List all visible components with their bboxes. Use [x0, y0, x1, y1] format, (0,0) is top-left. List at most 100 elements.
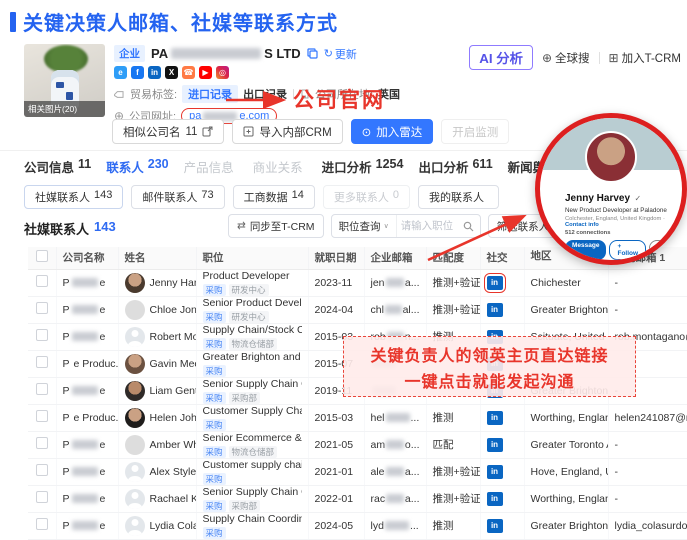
row-checkbox[interactable]	[36, 275, 48, 287]
tab[interactable]: 进口分析 1254	[322, 157, 404, 176]
global-search-button[interactable]: ⊕ 全球搜	[542, 50, 590, 66]
job-query-select[interactable]: 职位查询 ∨	[332, 215, 397, 237]
row-checkbox[interactable]	[36, 464, 48, 476]
phone-icon[interactable]: ☎	[182, 66, 195, 79]
section-title: 社媒联系人 143	[24, 219, 116, 238]
table-row[interactable]: Pe Alex Styles Customer supply chain coo…	[28, 458, 687, 485]
subtab-pill[interactable]: 更多联系人 0	[323, 185, 410, 209]
linkedin-headline: New Product Developer at Paladone	[565, 207, 674, 214]
divider	[599, 52, 600, 64]
subtab-pill[interactable]: 工商数据 14	[233, 185, 315, 209]
start-date: 2015-03	[308, 404, 364, 431]
linkedin-avatar	[585, 131, 637, 183]
table-row[interactable]: Pe Produc... Helen Johnstone Customer Su…	[28, 404, 687, 431]
linkedin-icon[interactable]: in	[487, 438, 503, 452]
sync-tcrm-button[interactable]: ⇄ 同步至T-CRM	[228, 214, 324, 238]
linkedin-icon[interactable]: in	[487, 276, 503, 290]
export-record-tag[interactable]: 出口记录	[243, 86, 287, 102]
row-checkbox[interactable]	[36, 383, 48, 395]
start-date: 2022-01	[308, 485, 364, 512]
blurred-text	[72, 305, 98, 314]
search-icon[interactable]	[463, 221, 474, 232]
col-email: 企业邮箱	[364, 247, 426, 269]
start-date: 2023-11	[308, 269, 364, 296]
linkedin-icon[interactable]: in	[487, 519, 503, 533]
blurred-text	[72, 386, 98, 395]
dept-tag: 采购	[203, 338, 226, 350]
subtab-pill[interactable]: 我的联系人	[418, 185, 499, 209]
region: Hove, England, Uni...	[524, 458, 608, 485]
subtab-pill[interactable]: 邮件联系人 73	[131, 185, 224, 209]
match-level: 推测+验证	[426, 458, 480, 485]
linkedin-icon[interactable]: in	[487, 303, 503, 317]
youtube-icon[interactable]: ▶	[199, 66, 212, 79]
message-button[interactable]: Message	[565, 240, 606, 260]
tab[interactable]: 联系人 230	[106, 157, 168, 176]
extra-email: -	[608, 458, 687, 485]
job-tags: 采购	[203, 365, 302, 377]
job-title: Product Developer	[203, 270, 302, 282]
tab[interactable]: 产品信息	[184, 157, 238, 176]
dept-tag: 物流仓储部	[229, 446, 278, 458]
dept-tag: 采购	[203, 446, 226, 458]
linkedin-connections: 512 connections	[565, 230, 674, 236]
row-checkbox[interactable]	[36, 410, 48, 422]
x-icon[interactable]: X	[165, 66, 178, 79]
trade-label: 贸易标签:	[130, 86, 177, 102]
import-crm-button[interactable]: 导入内部CRM	[232, 119, 342, 144]
match-level: 匹配	[426, 431, 480, 458]
dept-tag: 采购	[203, 419, 226, 431]
table-row[interactable]: Pe Chloe Jones Senior Product Developer …	[28, 296, 687, 323]
row-checkbox[interactable]	[36, 437, 48, 449]
table-row[interactable]: Pe Amber Whitty Senior Ecommerce & Suppl…	[28, 431, 687, 458]
table-row[interactable]: Pe Jenny Harvey Product Developer 采购 研发中…	[28, 269, 687, 296]
table-row[interactable]: Pe Rachael Kelly Senior Supply Chain Coo…	[28, 485, 687, 512]
row-checkbox[interactable]	[36, 329, 48, 341]
copy-icon[interactable]	[307, 48, 318, 59]
job-search-input[interactable]	[397, 220, 463, 232]
select-all-checkbox[interactable]	[36, 250, 48, 262]
company-cell: Pe	[63, 466, 112, 478]
blurred-text	[72, 494, 98, 503]
match-level: 推测+验证	[426, 269, 480, 296]
blurred-text	[386, 467, 404, 476]
start-monitor-button[interactable]: 开启监测	[441, 119, 509, 144]
job-tags: 采购	[203, 419, 302, 431]
contact-subtabs: 社媒联系人 143 邮件联系人 73 工商数据 14 更多联系人 0 我的联系人	[24, 185, 499, 209]
row-checkbox[interactable]	[36, 518, 48, 530]
import-record-tag[interactable]: 进口记录	[182, 85, 238, 103]
tab[interactable]: 商业关系	[253, 157, 307, 176]
table-row[interactable]: Pe Lydia Colasurdo Supply Chain Coordina…	[28, 512, 687, 539]
instagram-icon[interactable]: ◎	[216, 66, 229, 79]
more-button[interactable]: More	[649, 240, 681, 260]
linkedin-icon[interactable]: in	[148, 66, 161, 79]
avatar	[125, 327, 145, 347]
follow-button[interactable]: + Follow	[609, 240, 646, 260]
linkedin-icon[interactable]: in	[487, 465, 503, 479]
web-icon[interactable]: e	[114, 66, 127, 79]
row-checkbox[interactable]	[36, 356, 48, 368]
row-checkbox[interactable]	[36, 302, 48, 314]
row-checkbox[interactable]	[36, 491, 48, 503]
contact-info-link[interactable]: Contact info	[565, 222, 599, 228]
company-cell: Pe	[63, 439, 112, 451]
tab[interactable]: 出口分析 611	[418, 157, 492, 176]
linkedin-icon[interactable]: in	[487, 411, 503, 425]
company-photo[interactable]: 相关图片(20)	[24, 44, 105, 117]
similar-companies-button[interactable]: 相似公司名 11	[112, 119, 224, 144]
col-social: 社交	[480, 247, 524, 269]
join-tcrm-button[interactable]: ⊞ 加入T-CRM	[609, 50, 681, 66]
blurred-text	[386, 440, 404, 449]
tab[interactable]: 公司信息 11	[24, 157, 91, 176]
blurred-text	[72, 521, 98, 530]
add-radar-button[interactable]: ⊙ 加入雷达	[351, 119, 434, 144]
avatar	[125, 462, 145, 482]
linkedin-icon[interactable]: in	[487, 492, 503, 506]
region: Greater Toronto Area	[524, 431, 608, 458]
job-tags: 采购 研发中心	[203, 311, 302, 323]
facebook-icon[interactable]: f	[131, 66, 144, 79]
refresh-button[interactable]: ↻ 更新	[324, 46, 357, 62]
company-cell: Pe	[63, 520, 112, 532]
subtab-pill[interactable]: 社媒联系人 143	[24, 185, 123, 209]
company-email: hel...	[371, 412, 420, 424]
